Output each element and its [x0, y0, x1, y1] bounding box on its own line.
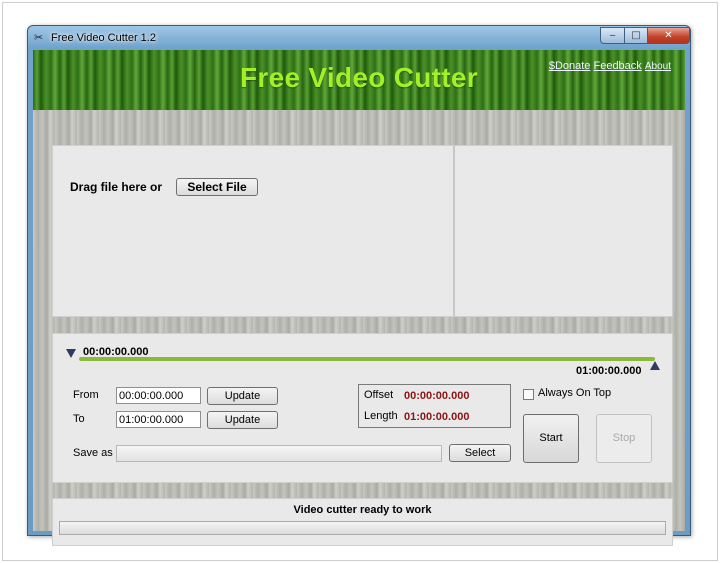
progress-bar [59, 521, 666, 535]
offset-label: Offset [364, 389, 394, 401]
to-label: To [73, 413, 85, 425]
minimize-button[interactable]: ‒ [600, 27, 625, 44]
file-drop-panel[interactable]: Drag file here or Select File [52, 145, 673, 317]
always-on-top-checkbox[interactable] [523, 389, 534, 400]
app-window: ✂ Free Video Cutter 1.2 ‒ □ ✕ Free Video… [27, 25, 691, 546]
save-as-input[interactable] [116, 445, 442, 462]
always-on-top-label[interactable]: Always On Top [538, 387, 611, 399]
status-message: Video cutter ready to work [293, 504, 432, 516]
header-links: $Donate Feedback About [549, 60, 671, 72]
length-label: Length [364, 410, 398, 422]
info-box: Offset 00:00:00.000 Length 01:00:00.000 [358, 384, 511, 428]
timeline-track[interactable] [79, 357, 655, 361]
file-drop-area[interactable]: Drag file here or Select File [53, 146, 455, 316]
start-marker-icon[interactable] [66, 349, 76, 358]
cut-controls-panel: 00:00:00.000 01:00:00.000 From Update To… [52, 333, 673, 483]
scissors-icon: ✂ [34, 31, 44, 44]
save-as-select-button[interactable]: Select [449, 444, 511, 462]
to-time-input[interactable] [116, 411, 201, 428]
donate-link[interactable]: $Donate [549, 60, 591, 72]
window-title: Free Video Cutter 1.2 [51, 32, 156, 44]
about-link[interactable]: About [645, 61, 671, 72]
to-update-button[interactable]: Update [207, 411, 278, 429]
feedback-link[interactable]: Feedback [593, 60, 641, 72]
stop-button[interactable]: Stop [596, 414, 652, 463]
maximize-button[interactable]: □ [624, 27, 648, 44]
video-preview-area [455, 146, 672, 316]
start-button[interactable]: Start [523, 414, 579, 463]
title-bar[interactable]: ✂ Free Video Cutter 1.2 ‒ □ ✕ [28, 26, 690, 50]
header-banner: Free Video Cutter $Donate Feedback About [33, 50, 685, 110]
length-value: 01:00:00.000 [404, 411, 470, 423]
timeline-end-time: 01:00:00.000 [576, 365, 642, 377]
end-marker-icon[interactable] [650, 361, 660, 370]
drag-label: Drag file here or [70, 180, 163, 194]
status-panel: Video cutter ready to work [52, 498, 673, 546]
client-area: Free Video Cutter $Donate Feedback About… [33, 50, 685, 546]
close-button[interactable]: ✕ [647, 27, 690, 44]
select-file-button[interactable]: Select File [176, 178, 258, 196]
save-as-label: Save as [73, 447, 113, 459]
from-label: From [73, 389, 99, 401]
offset-value: 00:00:00.000 [404, 390, 470, 402]
from-update-button[interactable]: Update [207, 387, 278, 405]
from-time-input[interactable] [116, 387, 201, 404]
